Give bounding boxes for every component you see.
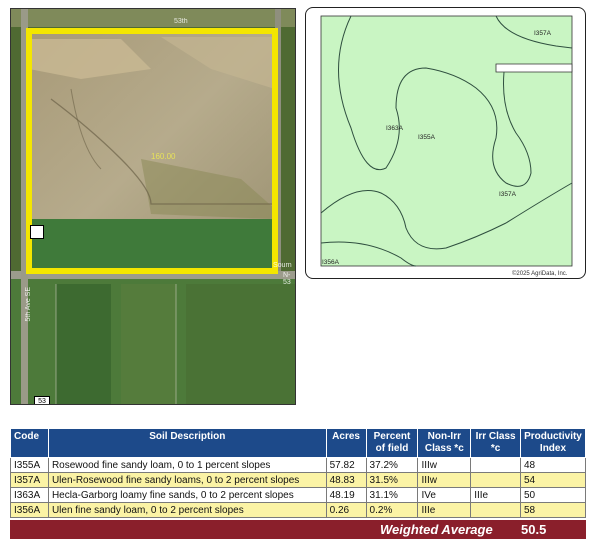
cell-description: Hecla-Garborg loamy fine sands, 0 to 2 p…	[47, 487, 327, 503]
cell-acres: 48.83	[325, 472, 367, 488]
cell-description: Rosewood fine sandy loam, 0 to 1 percent…	[47, 457, 327, 473]
header-irr-class: Irr Class *c	[470, 428, 521, 458]
cell-acres: 0.26	[325, 502, 367, 518]
cell-nonirr: IVe	[417, 487, 472, 503]
header-code: Code	[10, 428, 49, 458]
cell-code: I355A	[10, 457, 49, 473]
soil-table: Code Soil Description Acres Percent of fi…	[10, 428, 587, 518]
table-row: I355A Rosewood fine sandy loam, 0 to 1 p…	[10, 457, 587, 473]
header-productivity-index: Productivity Index	[519, 428, 587, 458]
section-corner-marker	[30, 225, 44, 239]
cell-nonirr: IIIw	[417, 457, 472, 473]
cell-code: I357A	[10, 472, 49, 488]
cell-pi: 50	[519, 487, 587, 503]
soil-label-i363a: I363A	[386, 125, 403, 132]
cell-irr	[470, 472, 521, 488]
cell-description: Ulen fine sandy loam, 0 to 2 percent slo…	[47, 502, 327, 518]
road-label-side: 5th Ave SE	[25, 287, 32, 322]
cell-percent: 0.2%	[365, 502, 419, 518]
soil-label-i355a: I355A	[418, 134, 435, 141]
cell-irr: IIIe	[470, 487, 521, 503]
cell-acres: 48.19	[325, 487, 367, 503]
table-row: I357A Ulen-Rosewood fine sandy loams, 0 …	[10, 472, 587, 488]
cell-nonirr: IIIe	[417, 502, 472, 518]
header-acres: Acres	[325, 428, 367, 458]
cell-code: I356A	[10, 502, 49, 518]
acres-label: 160.00	[151, 152, 176, 161]
soil-label-i357a-top: I357A	[534, 30, 551, 37]
weighted-average-label: Weighted Average	[380, 522, 493, 537]
road-label-mid: Sourn	[273, 262, 292, 269]
header-nonirr-class: Non-Irr Class *c	[417, 428, 472, 458]
cell-code: I363A	[10, 487, 49, 503]
road-label-top: 53th	[174, 18, 188, 25]
table-row: I363A Hecla-Garborg loamy fine sands, 0 …	[10, 487, 587, 503]
soil-label-i357a: I357A	[499, 191, 516, 198]
cell-percent: 37.2%	[365, 457, 419, 473]
cell-pi: 48	[519, 457, 587, 473]
weighted-average-row: Weighted Average 50.5	[10, 520, 586, 539]
soil-map-drawing	[320, 15, 573, 267]
road-number-badge: 53	[34, 396, 50, 404]
road-label-right: N-53	[283, 272, 291, 286]
aerial-map: 53th 160.00 5th Ave SE Sourn N-53 53	[10, 8, 296, 405]
soil-label-i356a: I356A	[322, 259, 339, 266]
copyright-notice: ©2025 AgriData, Inc.	[512, 271, 568, 277]
table-row: I356A Ulen fine sandy loam, 0 to 2 perce…	[10, 502, 587, 518]
cell-pi: 58	[519, 502, 587, 518]
cell-percent: 31.1%	[365, 487, 419, 503]
soil-map: I357A I363A I355A I357A I356A ©2025 Agri…	[305, 7, 586, 279]
weighted-average-value: 50.5	[521, 522, 547, 537]
cell-description: Ulen-Rosewood fine sandy loams, 0 to 2 p…	[47, 472, 327, 488]
cell-pi: 54	[519, 472, 587, 488]
cell-nonirr: IIIw	[417, 472, 472, 488]
cell-percent: 31.5%	[365, 472, 419, 488]
cell-acres: 57.82	[325, 457, 367, 473]
header-percent: Percent of field	[365, 428, 419, 458]
cell-irr	[470, 502, 521, 518]
table-header-row: Code Soil Description Acres Percent of fi…	[10, 428, 587, 458]
aerial-photo	[11, 9, 295, 404]
header-description: Soil Description	[47, 428, 327, 458]
cell-irr	[470, 457, 521, 473]
